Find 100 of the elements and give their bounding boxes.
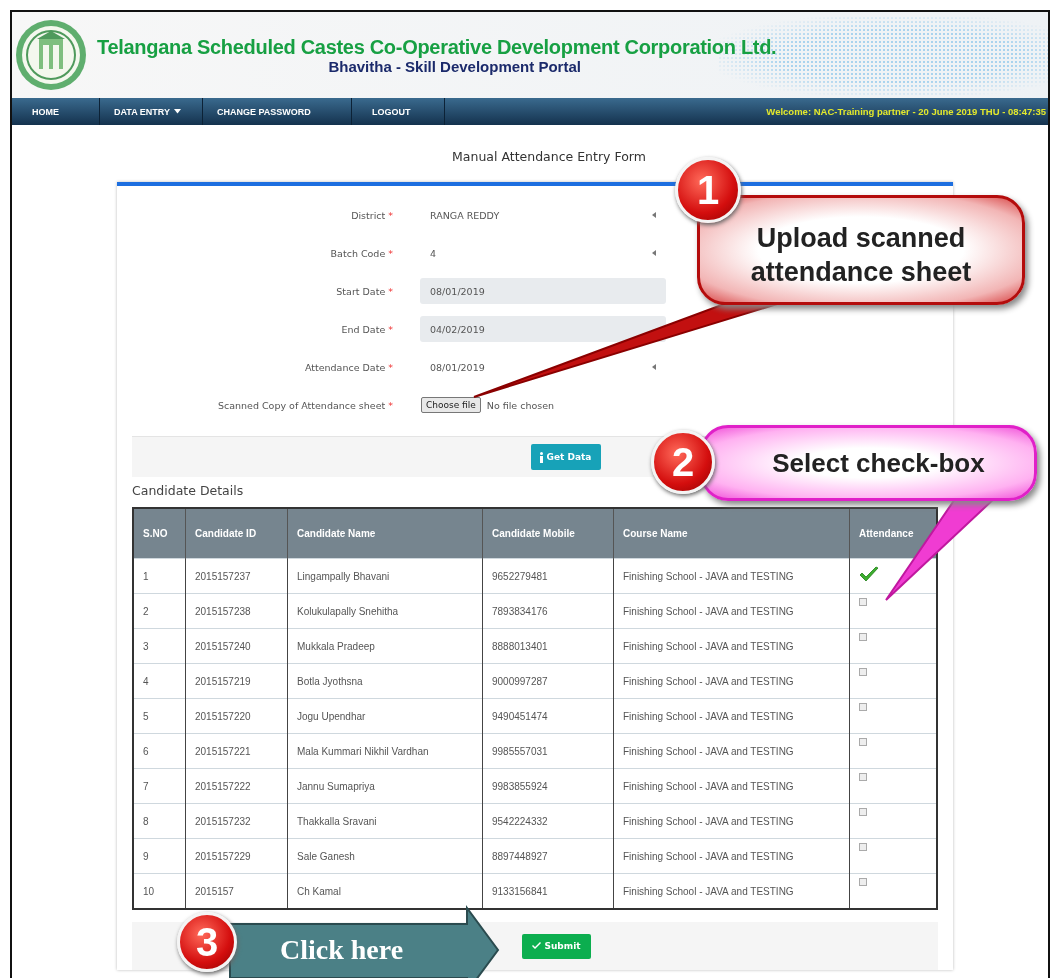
checkbox[interactable] [859, 807, 867, 816]
table-cell: Finishing School - JAVA and TESTING [613, 803, 850, 839]
table-cell: Finishing School - JAVA and TESTING [613, 873, 850, 909]
column-header: Attendance [849, 508, 937, 559]
field-label: Start Date [336, 285, 386, 297]
required-mark: * [388, 247, 393, 259]
nav-link[interactable]: CHANGE PASSWORD [203, 98, 352, 125]
table-cell: Finishing School - JAVA and TESTING [613, 558, 850, 594]
column-header: Candidate Name [287, 508, 483, 559]
table-cell: 4 [133, 663, 186, 699]
table-cell: 8897448927 [482, 838, 614, 874]
step-number: 3 [177, 912, 237, 972]
checkbox[interactable] [859, 667, 867, 676]
table-cell: Finishing School - JAVA and TESTING [613, 733, 850, 769]
portal-title: Telangana Scheduled Castes Co-Operative Development Corporation Ltd. [97, 35, 777, 59]
table-cell: 2 [133, 593, 186, 629]
table-cell: 2015157232 [185, 803, 288, 839]
caret-icon [652, 364, 656, 370]
table-cell: 10 [133, 873, 186, 909]
callout-text: Click here [280, 934, 404, 966]
check-icon [532, 942, 542, 950]
table-cell: 2015157221 [185, 733, 288, 769]
table-cell: 3 [133, 628, 186, 664]
column-header: Course Name [613, 508, 850, 559]
table-cell: 2015157222 [185, 768, 288, 804]
required-mark: * [388, 285, 393, 297]
table-cell: Thakkalla Sravani [287, 803, 483, 839]
table-cell: Kolukulapally Snehitha [287, 593, 483, 629]
table-cell: 2015157237 [185, 558, 288, 594]
table-cell: 8888013401 [482, 628, 614, 664]
column-header: S.NO [133, 508, 186, 559]
table-cell: 9652279481 [482, 558, 614, 594]
column-header: Candidate ID [185, 508, 288, 559]
file-status: No file chosen [486, 399, 555, 411]
table-cell: Sale Ganesh [287, 838, 483, 874]
table-cell: 9490451474 [482, 698, 614, 734]
table-cell: Finishing School - JAVA and TESTING [613, 838, 850, 874]
table-cell: Ch Kamal [287, 873, 483, 909]
checkbox[interactable] [859, 772, 867, 781]
table-cell: Finishing School - JAVA and TESTING [613, 628, 850, 664]
nav-link[interactable]: DATA ENTRY [100, 98, 203, 125]
choose-file-button[interactable]: Choose file [421, 397, 481, 413]
caret-icon [652, 212, 656, 218]
field-label: Scanned Copy of Attendance sheet [217, 399, 386, 411]
table-cell: Finishing School - JAVA and TESTING [613, 663, 850, 699]
required-mark: * [388, 399, 393, 411]
step-number: 2 [651, 430, 715, 494]
table-cell: 9985557031 [482, 733, 614, 769]
table-cell: 2015157220 [185, 698, 288, 734]
table-cell: 9542224332 [482, 803, 614, 839]
caret-icon [652, 250, 656, 256]
portal-subtitle: Bhavitha - Skill Development Portal [328, 58, 581, 75]
emblem-logo [15, 19, 87, 91]
field-label: Batch Code [330, 247, 386, 259]
form-title: Manual Attendance Entry Form [451, 149, 647, 164]
table-cell: 5 [133, 698, 186, 734]
required-mark: * [388, 323, 393, 335]
checkbox[interactable] [859, 597, 867, 606]
section-title: Candidate Details [132, 483, 245, 500]
date-field[interactable]: 04/02/2019 [420, 316, 666, 342]
table-cell: 2015157240 [185, 628, 288, 664]
table-cell: 7893834176 [482, 593, 614, 629]
table-cell: Finishing School - JAVA and TESTING [613, 698, 850, 734]
table-cell: Mukkala Pradeep [287, 628, 483, 664]
info-icon [538, 451, 544, 463]
table-cell: 2015157219 [185, 663, 288, 699]
table-cell: Jannu Sumapriya [287, 768, 483, 804]
checkbox[interactable] [859, 632, 867, 641]
select-field[interactable]: 08/01/2019 [420, 354, 666, 380]
table-cell: 6 [133, 733, 186, 769]
select-field[interactable]: 4 [420, 240, 666, 266]
required-mark: * [388, 361, 393, 373]
checkbox[interactable] [859, 877, 867, 886]
checkbox[interactable] [859, 842, 867, 851]
select-field[interactable]: RANGA REDDY [420, 202, 666, 228]
nav-link[interactable]: LOGOUT [352, 98, 445, 125]
table-cell: 8 [133, 803, 186, 839]
table-cell: Lingampally Bhavani [287, 558, 483, 594]
checkbox[interactable] [859, 737, 867, 746]
required-mark: * [388, 209, 393, 221]
table-cell: 2015157 [185, 873, 288, 909]
checkbox[interactable] [859, 566, 879, 584]
table-cell: 2015157229 [185, 838, 288, 874]
table-cell: Finishing School - JAVA and TESTING [613, 768, 850, 804]
table-cell: 9 [133, 838, 186, 874]
field-label: Attendance Date [304, 361, 386, 373]
nav-link[interactable]: HOME [12, 98, 100, 125]
table-cell: Jogu Upendhar [287, 698, 483, 734]
table-cell: 1 [133, 558, 186, 594]
table-cell: Botla Jyothsna [287, 663, 483, 699]
table-cell: 9983855924 [482, 768, 614, 804]
table-cell: 9000997287 [482, 663, 614, 699]
table-cell: 2015157238 [185, 593, 288, 629]
field-label: District [351, 209, 386, 221]
table-cell: 7 [133, 768, 186, 804]
checkbox[interactable] [859, 702, 867, 711]
date-field[interactable]: 08/01/2019 [420, 278, 666, 304]
column-header: Candidate Mobile [482, 508, 614, 559]
table-cell: 9133156841 [482, 873, 614, 909]
welcome-text: Welcome: NAC-Training partner - 20 June 2019 THU - 08:47:35 [766, 105, 1047, 119]
